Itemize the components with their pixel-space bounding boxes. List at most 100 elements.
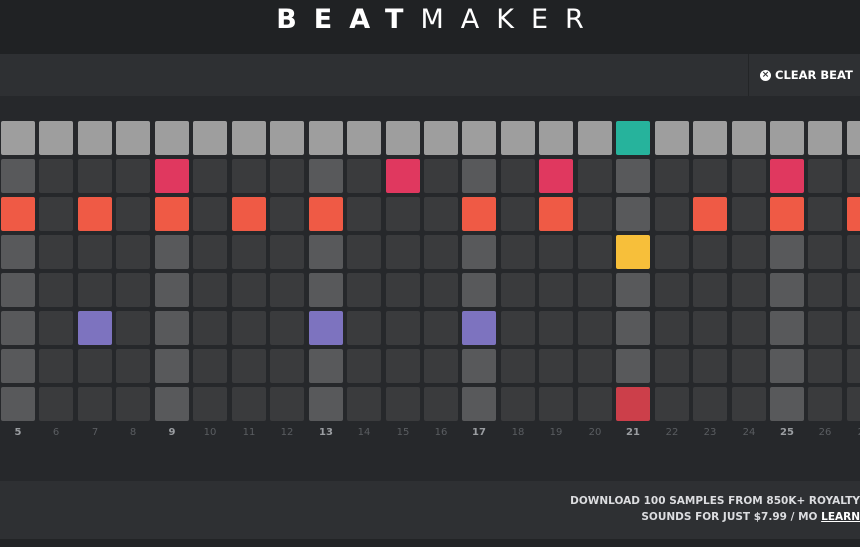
- pad-row3-step15[interactable]: [386, 197, 420, 231]
- pad-row7-step5[interactable]: [1, 349, 35, 383]
- pad-row6-step26[interactable]: [808, 311, 842, 345]
- pad-row3-step19[interactable]: [539, 197, 573, 231]
- pad-row1-step9[interactable]: [155, 121, 189, 155]
- pad-row1-step18[interactable]: [501, 121, 535, 155]
- pad-row5-step18[interactable]: [501, 273, 535, 307]
- pad-row4-step27[interactable]: [847, 235, 860, 269]
- pad-row2-step18[interactable]: [501, 159, 535, 193]
- pad-row3-step22[interactable]: [655, 197, 689, 231]
- pad-row6-step14[interactable]: [347, 311, 381, 345]
- pad-row2-step20[interactable]: [578, 159, 612, 193]
- pad-row2-step19[interactable]: [539, 159, 573, 193]
- pad-row5-step22[interactable]: [655, 273, 689, 307]
- pad-row6-step23[interactable]: [693, 311, 727, 345]
- pad-row7-step11[interactable]: [232, 349, 266, 383]
- pad-row8-step21[interactable]: [616, 387, 650, 421]
- pad-row6-step6[interactable]: [39, 311, 73, 345]
- pad-row5-step11[interactable]: [232, 273, 266, 307]
- pad-row8-step8[interactable]: [116, 387, 150, 421]
- pad-row1-step13[interactable]: [309, 121, 343, 155]
- pad-row8-step20[interactable]: [578, 387, 612, 421]
- pad-row4-step6[interactable]: [39, 235, 73, 269]
- pad-row4-step9[interactable]: [155, 235, 189, 269]
- pad-row6-step21[interactable]: [616, 311, 650, 345]
- pad-row7-step15[interactable]: [386, 349, 420, 383]
- pad-row1-step11[interactable]: [232, 121, 266, 155]
- pad-row6-step9[interactable]: [155, 311, 189, 345]
- pad-row7-step23[interactable]: [693, 349, 727, 383]
- pad-row3-step23[interactable]: [693, 197, 727, 231]
- pad-row4-step23[interactable]: [693, 235, 727, 269]
- pad-row5-step19[interactable]: [539, 273, 573, 307]
- pad-row7-step10[interactable]: [193, 349, 227, 383]
- pad-row2-step10[interactable]: [193, 159, 227, 193]
- pad-row6-step17[interactable]: [462, 311, 496, 345]
- pad-row2-step5[interactable]: [1, 159, 35, 193]
- pad-row3-step24[interactable]: [732, 197, 766, 231]
- pad-row6-step20[interactable]: [578, 311, 612, 345]
- pad-row8-step5[interactable]: [1, 387, 35, 421]
- pad-row6-step10[interactable]: [193, 311, 227, 345]
- pad-row5-step16[interactable]: [424, 273, 458, 307]
- pad-row5-step26[interactable]: [808, 273, 842, 307]
- pad-row5-step5[interactable]: [1, 273, 35, 307]
- pad-row6-step11[interactable]: [232, 311, 266, 345]
- pad-row3-step18[interactable]: [501, 197, 535, 231]
- pad-row8-step24[interactable]: [732, 387, 766, 421]
- pad-row5-step15[interactable]: [386, 273, 420, 307]
- pad-row1-step6[interactable]: [39, 121, 73, 155]
- pad-row6-step5[interactable]: [1, 311, 35, 345]
- pad-row7-step26[interactable]: [808, 349, 842, 383]
- pad-row5-step21[interactable]: [616, 273, 650, 307]
- pad-row3-step27[interactable]: [847, 197, 860, 231]
- pad-row4-step15[interactable]: [386, 235, 420, 269]
- pad-row7-step22[interactable]: [655, 349, 689, 383]
- pad-row2-step16[interactable]: [424, 159, 458, 193]
- pad-row8-step25[interactable]: [770, 387, 804, 421]
- pad-row6-step27[interactable]: [847, 311, 860, 345]
- pad-row6-step15[interactable]: [386, 311, 420, 345]
- pad-row1-step23[interactable]: [693, 121, 727, 155]
- pad-row8-step19[interactable]: [539, 387, 573, 421]
- pad-row7-step7[interactable]: [78, 349, 112, 383]
- pad-row7-step18[interactable]: [501, 349, 535, 383]
- pad-row1-step22[interactable]: [655, 121, 689, 155]
- pad-row3-step25[interactable]: [770, 197, 804, 231]
- pad-row4-step14[interactable]: [347, 235, 381, 269]
- pad-row5-step13[interactable]: [309, 273, 343, 307]
- pad-row8-step13[interactable]: [309, 387, 343, 421]
- pad-row3-step11[interactable]: [232, 197, 266, 231]
- pad-row2-step8[interactable]: [116, 159, 150, 193]
- pad-row7-step20[interactable]: [578, 349, 612, 383]
- pad-row8-step9[interactable]: [155, 387, 189, 421]
- pad-row1-step10[interactable]: [193, 121, 227, 155]
- pad-row1-step12[interactable]: [270, 121, 304, 155]
- pad-row5-step23[interactable]: [693, 273, 727, 307]
- pad-row2-step14[interactable]: [347, 159, 381, 193]
- pad-row8-step14[interactable]: [347, 387, 381, 421]
- pad-row7-step12[interactable]: [270, 349, 304, 383]
- pad-row2-step7[interactable]: [78, 159, 112, 193]
- pad-row5-step6[interactable]: [39, 273, 73, 307]
- pad-row8-step12[interactable]: [270, 387, 304, 421]
- pad-row4-step21[interactable]: [616, 235, 650, 269]
- pad-row8-step11[interactable]: [232, 387, 266, 421]
- pad-row3-step8[interactable]: [116, 197, 150, 231]
- pad-row1-step20[interactable]: [578, 121, 612, 155]
- pad-row7-step24[interactable]: [732, 349, 766, 383]
- pad-row6-step12[interactable]: [270, 311, 304, 345]
- pad-row2-step13[interactable]: [309, 159, 343, 193]
- pad-row8-step23[interactable]: [693, 387, 727, 421]
- pad-row5-step17[interactable]: [462, 273, 496, 307]
- pad-row6-step13[interactable]: [309, 311, 343, 345]
- pad-row7-step19[interactable]: [539, 349, 573, 383]
- pad-row4-step19[interactable]: [539, 235, 573, 269]
- pad-row3-step14[interactable]: [347, 197, 381, 231]
- pad-row3-step9[interactable]: [155, 197, 189, 231]
- pad-row1-step17[interactable]: [462, 121, 496, 155]
- pad-row8-step6[interactable]: [39, 387, 73, 421]
- pad-row8-step22[interactable]: [655, 387, 689, 421]
- pad-row4-step26[interactable]: [808, 235, 842, 269]
- pad-row7-step9[interactable]: [155, 349, 189, 383]
- pad-row7-step16[interactable]: [424, 349, 458, 383]
